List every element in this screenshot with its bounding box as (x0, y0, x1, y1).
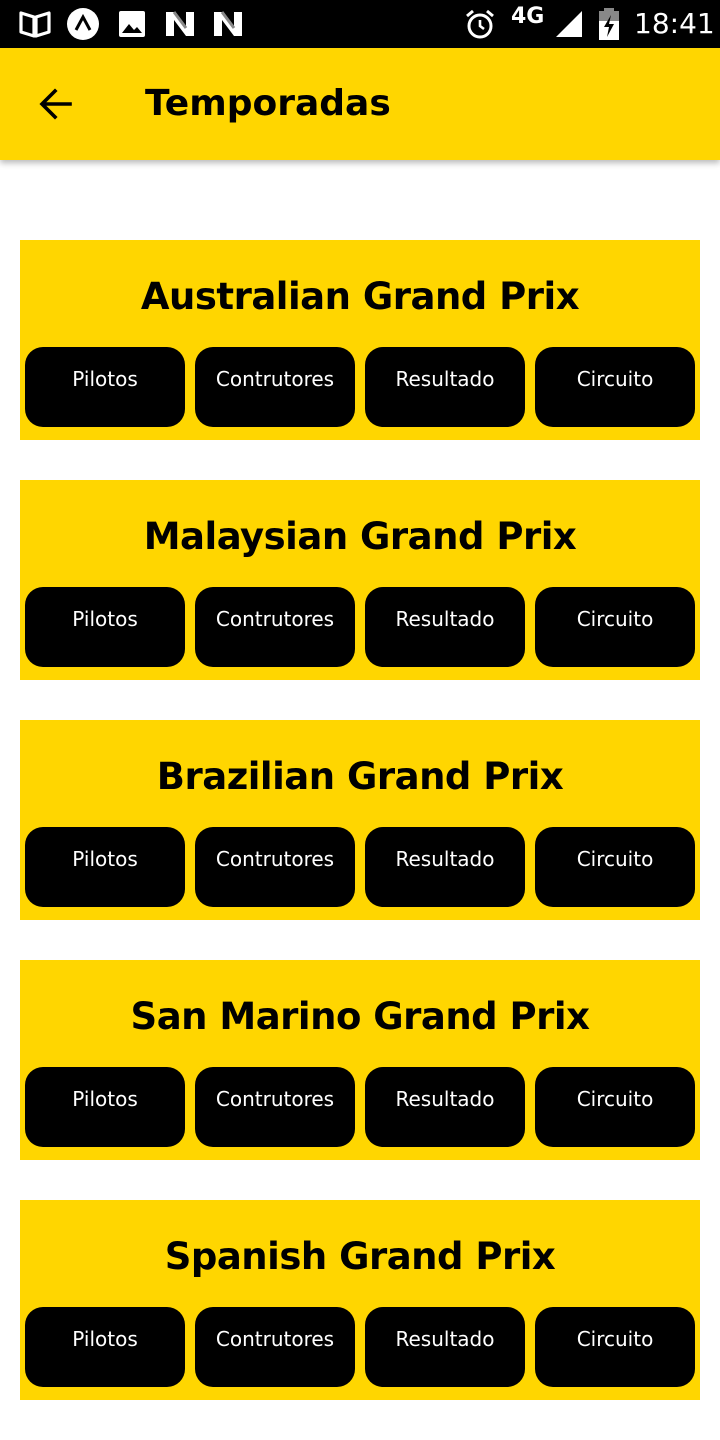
race-actions: Pilotos Contrutores Resultado Circuito (25, 347, 695, 427)
image-icon (118, 8, 146, 40)
race-name: Malaysian Grand Prix (143, 515, 577, 558)
pilotos-button[interactable]: Pilotos (25, 1067, 185, 1147)
race-card: Malaysian Grand Prix Pilotos Contrutores… (20, 480, 700, 680)
construtores-button[interactable]: Contrutores (195, 1067, 355, 1147)
circuito-button[interactable]: Circuito (535, 1067, 695, 1147)
race-actions: Pilotos Contrutores Resultado Circuito (25, 587, 695, 667)
battery-charging-icon (597, 8, 621, 40)
circuito-button[interactable]: Circuito (535, 827, 695, 907)
status-bar: 4G 18:41 (0, 0, 720, 48)
circuito-button[interactable]: Circuito (535, 587, 695, 667)
race-card: Brazilian Grand Prix Pilotos Contrutores… (20, 720, 700, 920)
book-icon (18, 8, 52, 40)
construtores-button[interactable]: Contrutores (195, 1307, 355, 1387)
race-list: Australian Grand Prix Pilotos Contrutore… (20, 240, 700, 1440)
race-actions: Pilotos Contrutores Resultado Circuito (25, 1307, 695, 1387)
resultado-button[interactable]: Resultado (365, 827, 525, 907)
resultado-button[interactable]: Resultado (365, 347, 525, 427)
page-title: Temporadas (145, 83, 391, 124)
race-name: San Marino Grand Prix (130, 995, 590, 1038)
circuito-button[interactable]: Circuito (535, 1307, 695, 1387)
race-card: Australian Grand Prix Pilotos Contrutore… (20, 240, 700, 440)
race-name: Brazilian Grand Prix (156, 755, 564, 798)
circuito-button[interactable]: Circuito (535, 347, 695, 427)
race-card: Spanish Grand Prix Pilotos Contrutores R… (20, 1200, 700, 1400)
back-button[interactable] (24, 72, 88, 136)
race-actions: Pilotos Contrutores Resultado Circuito (25, 1067, 695, 1147)
pilotos-button[interactable]: Pilotos (25, 587, 185, 667)
signal-icon (554, 8, 584, 40)
network-type: 4G (511, 4, 545, 29)
alarm-icon (464, 8, 496, 40)
arrow-back-icon (39, 88, 72, 120)
resultado-button[interactable]: Resultado (365, 1067, 525, 1147)
n-icon (212, 8, 244, 40)
race-actions: Pilotos Contrutores Resultado Circuito (25, 827, 695, 907)
construtores-button[interactable]: Contrutores (195, 587, 355, 667)
clock: 18:41 (634, 7, 715, 40)
race-name: Australian Grand Prix (140, 275, 580, 318)
construtores-button[interactable]: Contrutores (195, 347, 355, 427)
resultado-button[interactable]: Resultado (365, 1307, 525, 1387)
n-icon (164, 8, 196, 40)
app-bar: Temporadas (0, 48, 720, 160)
expo-icon (66, 8, 100, 40)
construtores-button[interactable]: Contrutores (195, 827, 355, 907)
pilotos-button[interactable]: Pilotos (25, 347, 185, 427)
race-card: San Marino Grand Prix Pilotos Contrutore… (20, 960, 700, 1160)
race-name: Spanish Grand Prix (164, 1235, 556, 1278)
pilotos-button[interactable]: Pilotos (25, 827, 185, 907)
resultado-button[interactable]: Resultado (365, 587, 525, 667)
pilotos-button[interactable]: Pilotos (25, 1307, 185, 1387)
